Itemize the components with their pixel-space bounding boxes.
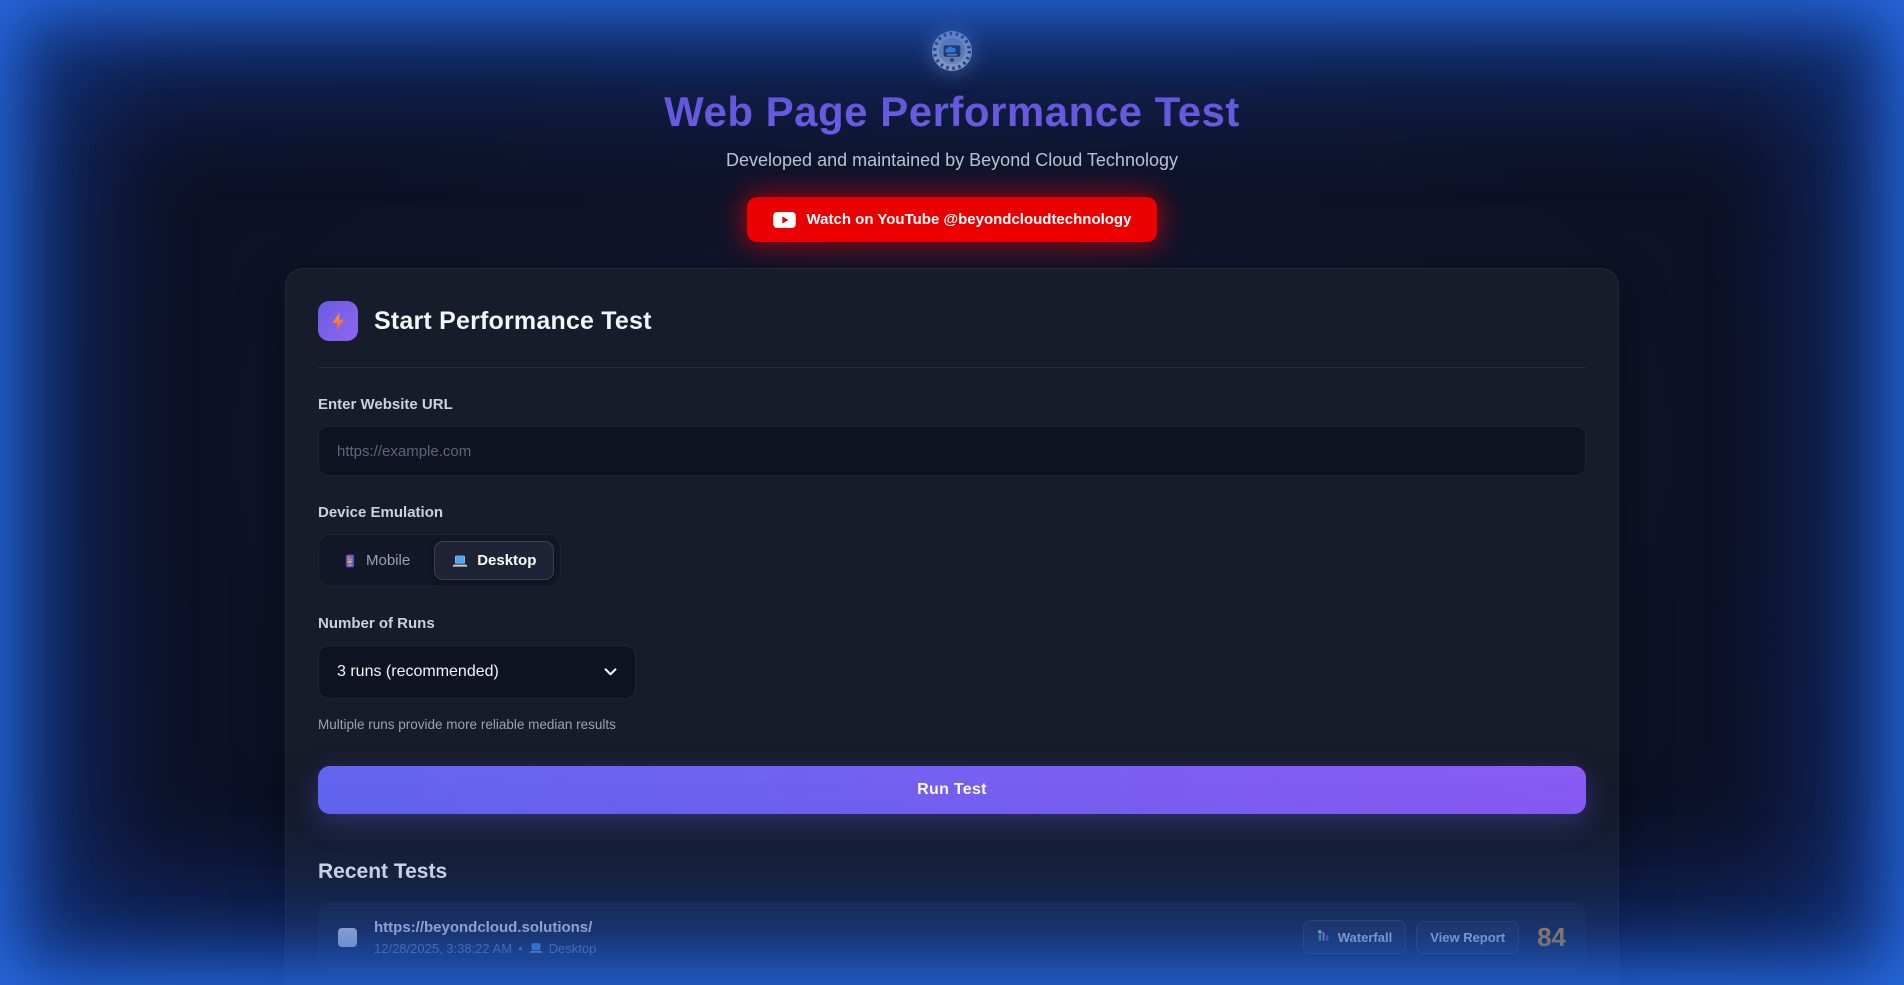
laptop-icon <box>529 942 543 954</box>
device-option-mobile-label: Mobile <box>366 552 410 569</box>
page-title: Web Page Performance Test <box>285 88 1619 136</box>
url-input[interactable] <box>318 426 1586 476</box>
meta-separator: • <box>518 941 523 956</box>
device-option-desktop-label: Desktop <box>477 552 536 569</box>
test-checkbox[interactable] <box>338 928 357 947</box>
runs-label: Number of Runs <box>318 615 1586 632</box>
card-header: Start Performance Test <box>318 301 1586 341</box>
bar-chart-icon <box>1317 929 1330 945</box>
url-field: Enter Website URL <box>318 396 1586 476</box>
device-label: Device Emulation <box>318 504 1586 521</box>
device-field: Device Emulation <box>318 504 1586 587</box>
device-option-desktop[interactable]: Desktop <box>434 541 554 580</box>
test-device: Desktop <box>549 941 597 956</box>
performance-score: 84 <box>1537 922 1566 953</box>
waterfall-button-label: Waterfall <box>1338 930 1392 945</box>
view-report-button[interactable]: View Report <box>1416 921 1519 954</box>
device-toggle-group: Mobile Desktop <box>318 534 561 587</box>
row-actions: Waterfall View Report 84 <box>1303 920 1566 954</box>
laptop-icon <box>452 554 468 568</box>
device-option-mobile[interactable]: Mobile <box>325 541 428 580</box>
waterfall-button[interactable]: Waterfall <box>1303 920 1406 954</box>
test-url: https://beyondcloud.solutions/ <box>374 919 1303 936</box>
lightning-icon <box>318 301 358 341</box>
test-meta: 12/28/2025, 3:38:22 AM • Desktop <box>374 941 1303 956</box>
youtube-button[interactable]: Watch on YouTube @beyondcloudtechnology <box>747 197 1158 242</box>
runs-field: Number of Runs 3 runs (recommended) Mult… <box>318 615 1586 732</box>
test-info: https://beyondcloud.solutions/ 12/28/202… <box>374 919 1303 956</box>
site-logo-icon <box>931 30 973 72</box>
card-title: Start Performance Test <box>374 307 652 336</box>
mobile-phone-icon <box>343 554 357 568</box>
performance-test-card: Start Performance Test Enter Website URL… <box>285 268 1619 985</box>
runs-select[interactable]: 3 runs (recommended) <box>318 645 636 699</box>
url-label: Enter Website URL <box>318 396 1586 413</box>
runs-hint: Multiple runs provide more reliable medi… <box>318 717 1586 732</box>
runs-selected-option: 3 runs (recommended) <box>337 663 499 681</box>
chevron-down-icon <box>604 663 617 681</box>
page-subtitle: Developed and maintained by Beyond Cloud… <box>285 150 1619 171</box>
recent-test-row: https://beyondcloud.solutions/ 12/28/202… <box>318 902 1586 972</box>
youtube-play-icon <box>773 212 796 228</box>
test-timestamp: 12/28/2025, 3:38:22 AM <box>374 941 512 956</box>
run-test-button[interactable]: Run Test <box>318 766 1586 814</box>
page-header: Web Page Performance Test Developed and … <box>285 0 1619 242</box>
page-background: Web Page Performance Test Developed and … <box>0 0 1904 985</box>
recent-tests-heading: Recent Tests <box>318 860 1586 884</box>
card-divider <box>318 367 1586 368</box>
youtube-button-label: Watch on YouTube @beyondcloudtechnology <box>807 211 1132 228</box>
